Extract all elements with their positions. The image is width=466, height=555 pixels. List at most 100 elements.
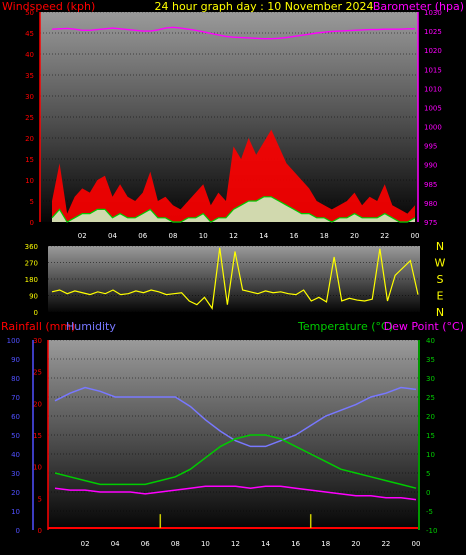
rainfall-axis-title: Rainfall (mm) <box>1 320 75 333</box>
windspeed-tick-label: 30 <box>25 93 34 101</box>
humidity-tick-label: 80 <box>11 375 20 383</box>
temperature-tick-label: 40 <box>426 337 435 345</box>
barometer-tick-label: 1000 <box>424 124 442 132</box>
temperature-tick-label: 35 <box>426 356 435 364</box>
rain-tick-label: 15 <box>33 432 42 440</box>
windspeed-tick-label: 35 <box>25 72 34 80</box>
x-tick-label: 04 <box>111 540 120 548</box>
barometer-tick-label: 1010 <box>424 85 442 93</box>
dewpoint-axis-title: Dew Point (°C) <box>384 320 464 333</box>
humidity-tick-label: 50 <box>11 432 20 440</box>
x-tick-label: 02 <box>81 540 90 548</box>
compass-label: W <box>435 257 446 270</box>
barometer-tick-labels: 975 980 985 990 995 1000 1005 1010 1015 1020 1025 1… <box>424 9 442 227</box>
humidity-tick-label: 60 <box>11 413 20 421</box>
x-tick-labels-bottom: 02 04 06 08 10 12 14 16 18 20 22 00 <box>81 540 421 548</box>
x-tick-label: 06 <box>141 540 150 548</box>
barometer-axis-title: Barometer (hpa) <box>373 0 464 13</box>
temperature-tick-labels: -10 -5 0 5 10 15 20 25 30 35 40 <box>426 337 437 535</box>
x-tick-label: 04 <box>108 232 117 240</box>
weather-graph: Windspeed (kph) 24 hour graph day : 10 N… <box>1 0 464 548</box>
windspeed-tick-label: 20 <box>25 135 34 143</box>
x-tick-label: 16 <box>291 540 300 548</box>
x-tick-labels-top: 02 04 06 08 10 12 14 16 18 20 22 00 <box>78 232 420 240</box>
temperature-tick-label: 20 <box>426 413 435 421</box>
x-tick-label: 20 <box>351 540 360 548</box>
windspeed-tick-label: 50 <box>25 9 34 17</box>
x-tick-label: 02 <box>78 232 87 240</box>
x-tick-label: 12 <box>231 540 240 548</box>
temperature-tick-label: 0 <box>426 489 430 497</box>
temperature-tick-label: 25 <box>426 394 435 402</box>
barometer-tick-label: 995 <box>424 143 437 151</box>
rain-tick-label: 0 <box>38 527 42 535</box>
x-tick-label: 00 <box>412 540 421 548</box>
windspeed-tick-label: 0 <box>30 219 34 227</box>
humidity-tick-label: 30 <box>11 470 20 478</box>
barometer-tick-label: 1030 <box>424 9 442 17</box>
x-tick-label: 12 <box>229 232 238 240</box>
barometer-tick-label: 1020 <box>424 47 442 55</box>
x-tick-label: 22 <box>380 232 389 240</box>
rain-tick-label: 20 <box>33 400 42 408</box>
windspeed-tick-label: 10 <box>25 177 34 185</box>
humidity-tick-labels: 0 10 20 30 40 50 60 70 80 90 100 <box>7 337 20 535</box>
humidity-tick-label: 90 <box>11 356 20 364</box>
direction-tick-label: 0 <box>34 309 38 317</box>
temperature-tick-label: 5 <box>426 470 430 478</box>
direction-tick-label: 180 <box>25 276 38 284</box>
x-tick-label: 06 <box>138 232 147 240</box>
barometer-tick-label: 975 <box>424 219 437 227</box>
humidity-tick-label: 100 <box>7 337 20 345</box>
barometer-tick-label: 980 <box>424 200 437 208</box>
humidity-tick-label: 70 <box>11 394 20 402</box>
x-tick-label: 08 <box>171 540 180 548</box>
windspeed-axis-title: Windspeed (kph) <box>2 0 95 13</box>
x-tick-label: 00 <box>411 232 420 240</box>
x-tick-label: 10 <box>199 232 208 240</box>
windspeed-tick-label: 45 <box>25 30 34 38</box>
x-tick-label: 18 <box>321 540 330 548</box>
direction-tick-label: 360 <box>25 243 38 251</box>
rain-tick-label: 10 <box>33 464 42 472</box>
windspeed-tick-labels: 0 5 10 15 20 25 30 35 40 45 50 <box>25 9 34 227</box>
windspeed-tick-label: 25 <box>25 114 34 122</box>
temperature-tick-label: 30 <box>426 375 435 383</box>
barometer-tick-label: 1015 <box>424 66 442 74</box>
x-tick-label: 22 <box>381 540 390 548</box>
x-tick-label: 16 <box>290 232 299 240</box>
humidity-axis-title: Humidity <box>66 320 116 333</box>
temp-plot-background <box>48 340 418 530</box>
windspeed-tick-label: 5 <box>30 198 34 206</box>
direction-tick-label: 90 <box>29 293 38 301</box>
x-tick-label: 18 <box>320 232 329 240</box>
windspeed-tick-label: 40 <box>25 51 34 59</box>
humidity-tick-label: 10 <box>11 508 20 516</box>
barometer-tick-label: 985 <box>424 181 437 189</box>
compass-label: N <box>436 240 444 253</box>
temperature-axis-title: Temperature (°C) <box>297 320 393 333</box>
chart-title: 24 hour graph day : 10 November 2024 <box>154 0 373 13</box>
x-tick-label: 08 <box>169 232 178 240</box>
x-tick-label: 14 <box>261 540 270 548</box>
barometer-tick-label: 1005 <box>424 104 442 112</box>
direction-tick-labels: 0 90 180 270 360 <box>25 243 38 317</box>
rain-tick-label: 25 <box>33 369 42 377</box>
humidity-tick-label: 20 <box>11 489 20 497</box>
rain-tick-label: 30 <box>33 337 42 345</box>
x-tick-label: 10 <box>201 540 210 548</box>
temperature-tick-label: 15 <box>426 432 435 440</box>
barometer-tick-label: 990 <box>424 162 437 170</box>
humidity-tick-label: 0 <box>16 527 20 535</box>
rain-tick-label: 5 <box>38 495 42 503</box>
barometer-tick-label: 1025 <box>424 28 442 36</box>
temperature-tick-label: -5 <box>426 508 433 516</box>
temperature-tick-label: 10 <box>426 451 435 459</box>
compass-label: S <box>437 273 444 286</box>
compass-labels: NWSEN <box>435 240 446 319</box>
x-tick-label: 20 <box>350 232 359 240</box>
rain-tick-labels: 0 5 10 15 20 25 30 <box>33 337 42 535</box>
direction-tick-label: 270 <box>25 260 38 268</box>
compass-label: E <box>437 290 444 303</box>
x-tick-label: 14 <box>259 232 268 240</box>
